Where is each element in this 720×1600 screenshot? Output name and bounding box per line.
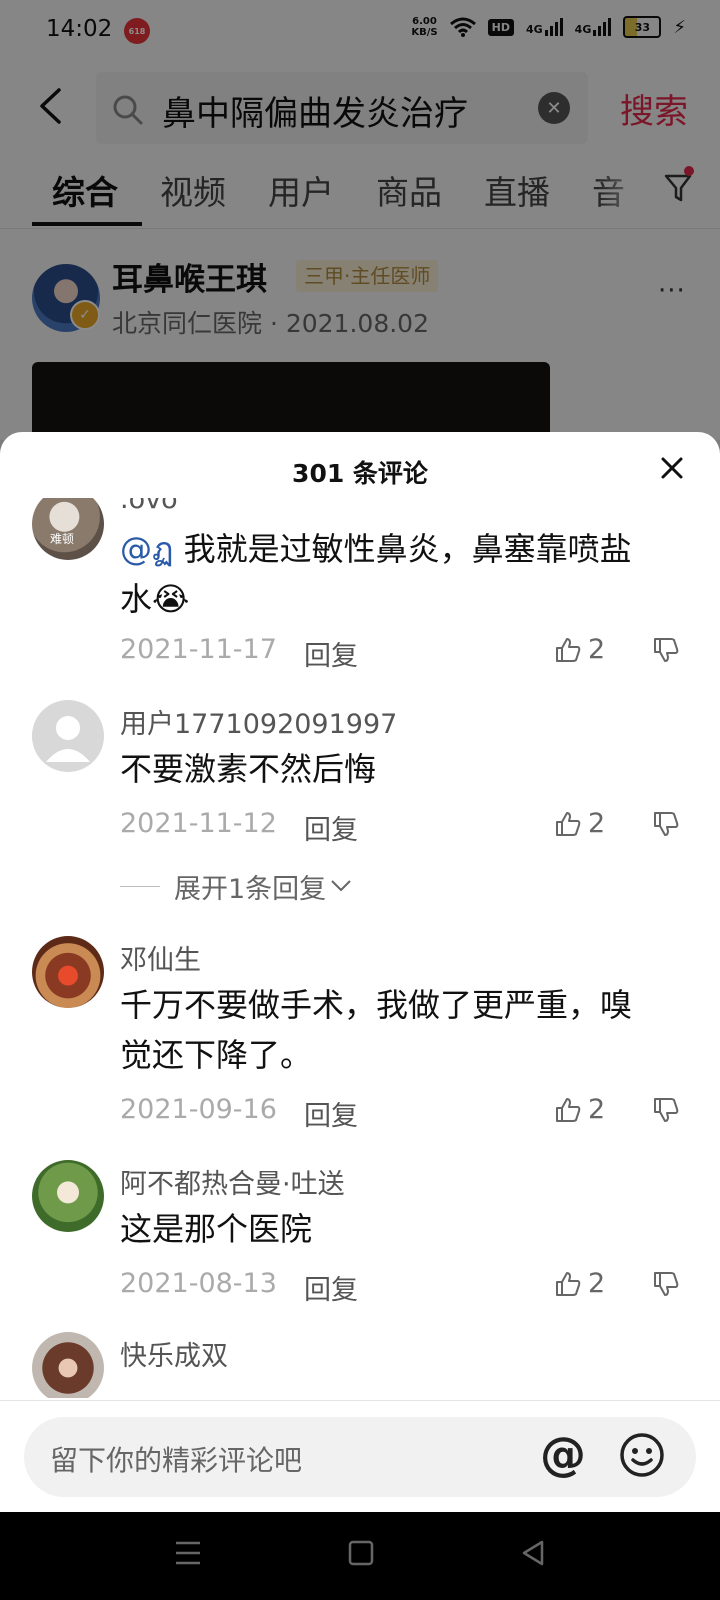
reply-button[interactable]: 回复: [304, 808, 358, 847]
reply-button[interactable]: 回复: [304, 1268, 358, 1307]
home-icon[interactable]: [348, 1540, 374, 1566]
thumbs-up-icon: [556, 1097, 581, 1122]
thumbs-up-icon: [556, 811, 581, 836]
comment-count-title: 301 条评论: [292, 459, 428, 488]
comment-item: 难顿 .ovo @ฏ 我就是过敏性鼻炎，鼻塞靠喷盐 水😭 2021-11-17 …: [0, 498, 720, 688]
like-button[interactable]: 2: [554, 808, 605, 839]
divider: [120, 885, 160, 887]
commenter-name[interactable]: 快乐成双: [120, 1334, 228, 1373]
comment-date: 2021-11-17: [120, 634, 277, 665]
comment-meta: 2021-08-13 回复 2: [120, 1268, 680, 1308]
comment-date: 2021-08-13: [120, 1268, 277, 1299]
like-count: 2: [588, 1094, 606, 1125]
like-button[interactable]: 2: [554, 634, 605, 665]
system-nav-bar: [0, 1512, 720, 1600]
commenter-avatar[interactable]: 难顿: [32, 498, 104, 560]
expand-replies-button[interactable]: 展开1条回复: [120, 866, 352, 906]
comment-list[interactable]: 难顿 .ovo @ฏ 我就是过敏性鼻炎，鼻塞靠喷盐 水😭 2021-11-17 …: [0, 498, 720, 1398]
commenter-name[interactable]: .ovo: [120, 498, 178, 515]
mention-at-icon[interactable]: @: [540, 1427, 586, 1481]
comment-text: 千万不要做手术，我做了更严重，嗅 觉还下降了。: [120, 986, 633, 1074]
dim-overlay[interactable]: [0, 0, 720, 440]
like-button[interactable]: 2: [554, 1094, 605, 1125]
emoji-icon[interactable]: [618, 1431, 666, 1479]
mention-link[interactable]: @ฏ: [120, 530, 173, 568]
thumbs-down-icon[interactable]: [652, 1270, 680, 1298]
comment-item: 阿不都热合曼·吐送 这是那个医院 2021-08-13 回复 2: [0, 1160, 720, 1340]
comment-item: 快乐成双: [0, 1332, 720, 1398]
close-sheet-button[interactable]: [652, 448, 692, 488]
commenter-avatar[interactable]: [32, 1160, 104, 1232]
like-count: 2: [588, 634, 606, 665]
reply-button[interactable]: 回复: [304, 634, 358, 673]
thumbs-up-icon: [556, 1271, 581, 1296]
thumbs-up-icon: [556, 637, 581, 662]
like-button[interactable]: 2: [554, 1268, 605, 1299]
menu-icon[interactable]: [174, 1540, 202, 1566]
thumbs-down-icon[interactable]: [652, 636, 680, 664]
like-count: 2: [588, 808, 606, 839]
comment-input-placeholder: 留下你的精彩评论吧: [50, 1444, 303, 1477]
comment-date: 2021-11-12: [120, 808, 277, 839]
reply-button[interactable]: 回复: [304, 1094, 358, 1133]
commenter-avatar[interactable]: [32, 700, 104, 772]
comment-date: 2021-09-16: [120, 1094, 277, 1125]
thumbs-down-icon[interactable]: [652, 810, 680, 838]
back-icon[interactable]: [520, 1540, 546, 1566]
comment-text: 不要激素不然后悔: [120, 750, 377, 788]
expand-replies-label: 展开1条回复: [174, 873, 327, 905]
close-icon: [661, 457, 683, 479]
chevron-down-icon: [331, 880, 351, 892]
commenter-name[interactable]: 阿不都热合曼·吐送: [120, 1162, 345, 1201]
comment-input[interactable]: 留下你的精彩评论吧 @: [24, 1417, 696, 1497]
like-count: 2: [588, 1268, 606, 1299]
commenter-name[interactable]: 邓仙生: [120, 938, 201, 977]
comment-meta: 2021-11-17 回复 2: [120, 634, 680, 674]
comment-text: 这是那个医院: [120, 1210, 313, 1248]
comment-input-bar: 留下你的精彩评论吧 @: [0, 1400, 720, 1512]
comment-text: @ฏ 我就是过敏性鼻炎，鼻塞靠喷盐 水😭: [120, 530, 632, 618]
commenter-avatar[interactable]: [32, 1332, 104, 1398]
comment-item: 用户1771092091997 不要激素不然后悔 2021-11-12 回复 2…: [0, 700, 720, 930]
comment-item: 邓仙生 千万不要做手术，我做了更严重，嗅 觉还下降了。 2021-09-16 回…: [0, 936, 720, 1146]
commenter-avatar[interactable]: [32, 936, 104, 1008]
comment-meta: 2021-11-12 回复 2: [120, 808, 680, 848]
comment-sheet: 301 条评论 难顿 .ovo @ฏ 我就是过敏性鼻炎，鼻塞靠喷盐 水😭 202…: [0, 432, 720, 1512]
commenter-name[interactable]: 用户1771092091997: [120, 702, 397, 741]
default-avatar-icon: [46, 716, 90, 762]
thumbs-down-icon[interactable]: [652, 1096, 680, 1124]
comment-meta: 2021-09-16 回复 2: [120, 1094, 680, 1134]
